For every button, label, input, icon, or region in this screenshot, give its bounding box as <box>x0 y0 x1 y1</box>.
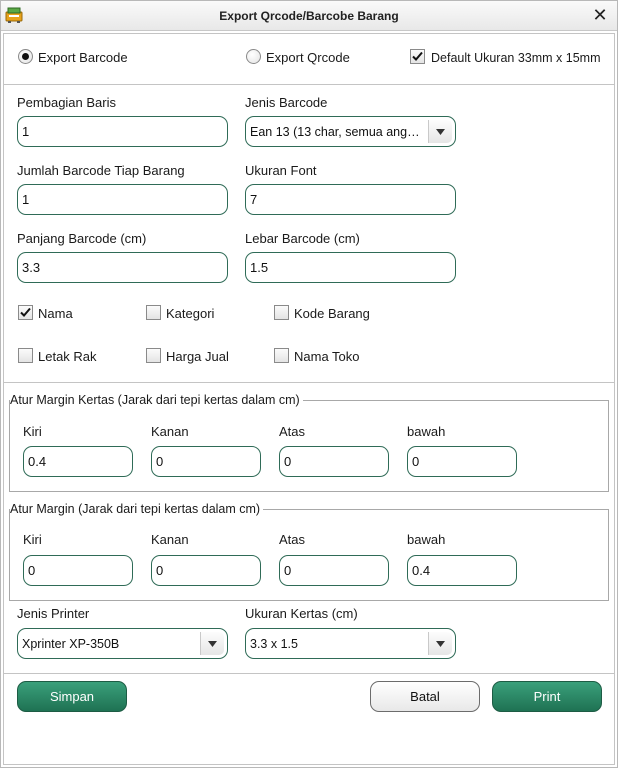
mk-atas-label: Atas <box>279 424 306 439</box>
nama-toko-checkbox[interactable] <box>274 348 289 363</box>
panjang-barcode-label: Panjang Barcode (cm) <box>17 231 147 246</box>
export-qrcode-radio[interactable] <box>246 49 261 64</box>
ukuran-font-input[interactable]: 7 <box>245 184 456 215</box>
ukuran-kertas-select[interactable]: 3.3 x 1.5 <box>245 628 456 659</box>
kode-barang-label: Kode Barang <box>294 306 370 321</box>
margin-kertas-group: Atur Margin Kertas (Jarak dari tepi kert… <box>9 393 609 492</box>
ukuran-kertas-value: 3.3 x 1.5 <box>250 636 298 651</box>
margin-title: Atur Margin (Jarak dari tepi kertas dala… <box>10 502 264 516</box>
default-size-label: Default Ukuran 33mm x 15mm <box>431 51 601 65</box>
pembagian-baris-input[interactable]: 1 <box>17 116 228 147</box>
kode-barang-checkbox[interactable] <box>274 305 289 320</box>
lebar-barcode-input[interactable]: 1.5 <box>245 252 456 283</box>
export-barcode-label: Export Barcode <box>38 50 128 65</box>
kategori-label: Kategori <box>166 306 215 321</box>
separator <box>4 673 614 674</box>
simpan-button[interactable]: Simpan <box>17 681 127 712</box>
checkmark-icon <box>20 307 31 317</box>
default-size-checkbox[interactable] <box>410 49 425 64</box>
mk-kanan-input[interactable]: 0 <box>151 446 261 477</box>
dialog-content: Export Barcode Export Qrcode Default Uku… <box>3 33 615 765</box>
close-icon[interactable]: ✕ <box>591 6 609 25</box>
title-bar[interactable]: Export Qrcode/Barcobe Barang ✕ <box>1 1 617 31</box>
m-kanan-label: Kanan <box>151 532 189 547</box>
m-kanan-input[interactable]: 0 <box>151 555 261 586</box>
margin-kertas-title: Atur Margin Kertas (Jarak dari tepi kert… <box>10 393 303 407</box>
m-atas-label: Atas <box>279 532 306 547</box>
mk-kiri-label: Kiri <box>23 424 42 439</box>
mk-kanan-label: Kanan <box>151 424 189 439</box>
kategori-checkbox[interactable] <box>146 305 161 320</box>
print-button[interactable]: Print <box>492 681 602 712</box>
nama-checkbox[interactable] <box>18 305 33 320</box>
margin-group: Atur Margin (Jarak dari tepi kertas dala… <box>9 502 609 601</box>
chevron-down-icon[interactable] <box>428 632 452 655</box>
mk-atas-input[interactable]: 0 <box>279 446 389 477</box>
nama-toko-label: Nama Toko <box>294 349 360 364</box>
m-kiri-input[interactable]: 0 <box>23 555 133 586</box>
chevron-down-icon[interactable] <box>200 632 224 655</box>
ukuran-kertas-label: Ukuran Kertas (cm) <box>245 606 358 621</box>
m-bawah-input[interactable]: 0.4 <box>407 555 517 586</box>
jenis-barcode-label: Jenis Barcode <box>245 95 328 110</box>
jenis-barcode-select[interactable]: Ean 13 (13 char, semua angka) <box>245 116 456 147</box>
jenis-printer-select[interactable]: Xprinter XP-350B <box>17 628 228 659</box>
nama-label: Nama <box>38 306 73 321</box>
mk-bawah-label: bawah <box>407 424 446 439</box>
mk-kiri-input[interactable]: 0.4 <box>23 446 133 477</box>
ukuran-font-label: Ukuran Font <box>245 163 317 178</box>
export-qrcode-label: Export Qrcode <box>266 50 350 65</box>
jumlah-barcode-label: Jumlah Barcode Tiap Barang <box>17 163 185 178</box>
separator <box>4 382 614 383</box>
letak-rak-checkbox[interactable] <box>18 348 33 363</box>
window-title: Export Qrcode/Barcobe Barang <box>219 9 399 23</box>
letak-rak-label: Letak Rak <box>38 349 97 364</box>
m-atas-input[interactable]: 0 <box>279 555 389 586</box>
harga-jual-label: Harga Jual <box>166 349 229 364</box>
m-kiri-label: Kiri <box>23 532 42 547</box>
panjang-barcode-input[interactable]: 3.3 <box>17 252 228 283</box>
pembagian-baris-label: Pembagian Baris <box>17 95 116 110</box>
jenis-printer-label: Jenis Printer <box>17 606 90 621</box>
jenis-barcode-value: Ean 13 (13 char, semua angka) <box>250 124 425 139</box>
lebar-barcode-label: Lebar Barcode (cm) <box>245 231 360 246</box>
chevron-down-icon[interactable] <box>428 120 452 143</box>
mk-bawah-input[interactable]: 0 <box>407 446 517 477</box>
jenis-printer-value: Xprinter XP-350B <box>22 636 120 651</box>
export-dialog-window: Export Qrcode/Barcobe Barang ✕ Export Ba… <box>0 0 618 768</box>
jumlah-barcode-input[interactable]: 1 <box>17 184 228 215</box>
checkmark-icon <box>412 51 423 61</box>
separator <box>4 84 614 85</box>
batal-button[interactable]: Batal <box>370 681 480 712</box>
export-barcode-radio[interactable] <box>18 49 33 64</box>
m-bawah-label: bawah <box>407 532 446 547</box>
harga-jual-checkbox[interactable] <box>146 348 161 363</box>
